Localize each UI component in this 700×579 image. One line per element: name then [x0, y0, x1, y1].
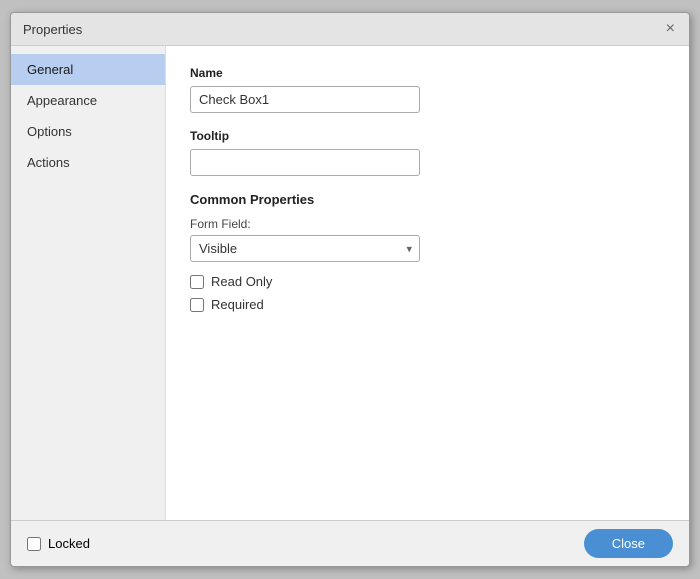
read-only-item[interactable]: Read Only: [190, 274, 665, 289]
checkbox-group: Read Only Required: [190, 274, 665, 312]
titlebar: Properties ×: [11, 13, 689, 46]
name-input[interactable]: [190, 86, 420, 113]
sidebar-item-actions[interactable]: Actions: [11, 147, 165, 178]
locked-label: Locked: [48, 536, 90, 551]
locked-checkbox[interactable]: [27, 537, 41, 551]
sidebar-item-general[interactable]: General: [11, 54, 165, 85]
dialog-title: Properties: [23, 22, 82, 37]
tooltip-label: Tooltip: [190, 129, 665, 143]
name-group: Name: [190, 66, 665, 113]
form-field-wrapper: Visible Hidden No Print No View ▾: [190, 235, 420, 262]
read-only-checkbox[interactable]: [190, 275, 204, 289]
name-label: Name: [190, 66, 665, 80]
form-field-label: Form Field:: [190, 217, 665, 231]
sidebar: General Appearance Options Actions: [11, 46, 166, 520]
dialog-body: General Appearance Options Actions Name …: [11, 46, 689, 520]
dialog-footer: Locked Close: [11, 520, 689, 566]
common-properties-group: Common Properties Form Field: Visible Hi…: [190, 192, 665, 312]
close-button[interactable]: Close: [584, 529, 673, 558]
properties-dialog: Properties × General Appearance Options …: [10, 12, 690, 567]
close-x-button[interactable]: ×: [664, 21, 677, 37]
sidebar-item-appearance[interactable]: Appearance: [11, 85, 165, 116]
required-label: Required: [211, 297, 264, 312]
tooltip-input[interactable]: [190, 149, 420, 176]
form-field-select[interactable]: Visible Hidden No Print No View: [190, 235, 420, 262]
read-only-label: Read Only: [211, 274, 272, 289]
tooltip-group: Tooltip: [190, 129, 665, 176]
common-properties-label: Common Properties: [190, 192, 665, 207]
main-content: Name Tooltip Common Properties Form Fiel…: [166, 46, 689, 520]
required-item[interactable]: Required: [190, 297, 665, 312]
locked-item[interactable]: Locked: [27, 536, 90, 551]
required-checkbox[interactable]: [190, 298, 204, 312]
sidebar-item-options[interactable]: Options: [11, 116, 165, 147]
